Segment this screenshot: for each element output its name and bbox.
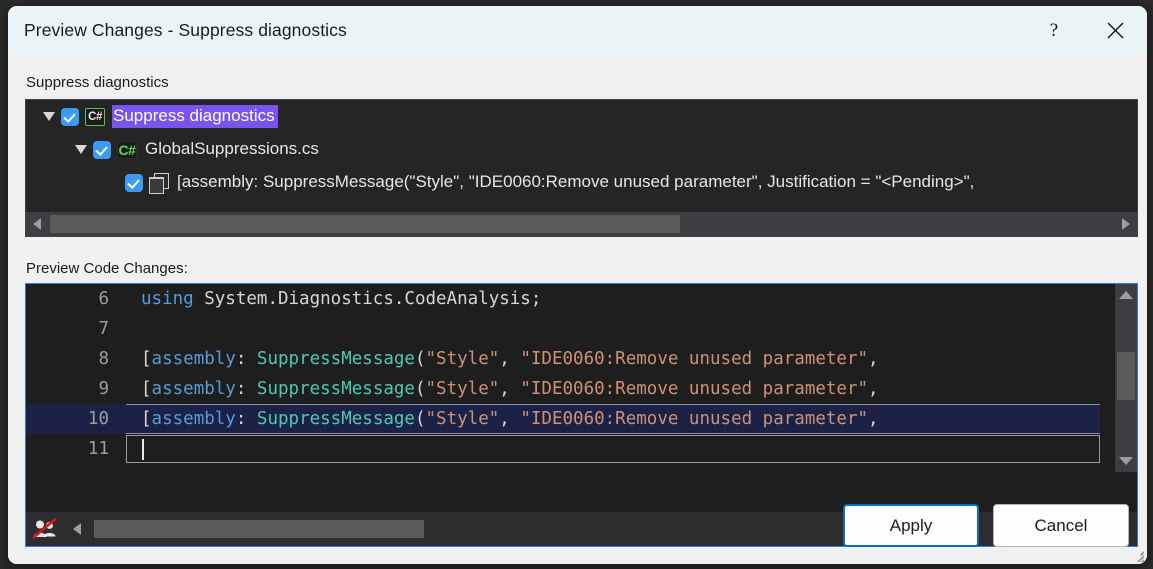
text-caret (142, 439, 144, 460)
tree-horizontal-scrollbar[interactable] (26, 212, 1137, 236)
scroll-down-icon[interactable] (1115, 450, 1137, 472)
tree-hscroll-thumb[interactable] (50, 215, 680, 233)
changes-tree-view[interactable]: C# Suppress diagnostics C# GlobalSuppres… (25, 99, 1138, 237)
checkbox[interactable] (93, 141, 111, 159)
tree-hscroll-track[interactable] (48, 212, 1115, 236)
tree-item-label: [assembly: SuppressMessage("Style", "IDE… (176, 171, 977, 194)
window-title: Preview Changes - Suppress diagnostics (8, 20, 347, 41)
line-number: 10 (26, 404, 126, 434)
line-content (126, 435, 1100, 463)
code-lines[interactable]: 6 using System.Diagnostics.CodeAnalysis;… (26, 284, 1100, 472)
title-bar: Preview Changes - Suppress diagnostics ? (8, 6, 1147, 55)
line-content: [assembly: SuppressMessage("Style", "IDE… (126, 404, 1100, 434)
tree-item-label: GlobalSuppressions.cs (144, 138, 322, 161)
code-line: 6 using System.Diagnostics.CodeAnalysis; (26, 284, 1100, 314)
preview-changes-dialog: Preview Changes - Suppress diagnostics ?… (8, 6, 1147, 564)
code-line: 8 [assembly: SuppressMessage("Style", "I… (26, 344, 1100, 374)
scroll-left-icon[interactable] (26, 212, 48, 236)
line-content: using System.Diagnostics.CodeAnalysis; (126, 284, 1100, 314)
close-button[interactable] (1083, 6, 1147, 55)
editor-hscroll-thumb[interactable] (94, 520, 424, 538)
line-number: 11 (26, 434, 126, 464)
tree-item-suppress-diagnostics[interactable]: C# Suppress diagnostics (26, 100, 1137, 133)
scroll-right-icon[interactable] (1115, 212, 1137, 236)
csharp-project-icon: C# (85, 108, 105, 126)
tree-item-suppressmessage-entry[interactable]: [assembly: SuppressMessage("Style", "IDE… (26, 166, 1137, 199)
line-number: 6 (26, 284, 126, 314)
code-line-highlighted: 10 [assembly: SuppressMessage("Style", "… (26, 404, 1100, 434)
preview-code-changes-label: Preview Code Changes: (26, 260, 188, 277)
dialog-footer: Apply Cancel (843, 504, 1129, 547)
tree-rows: C# Suppress diagnostics C# GlobalSuppres… (26, 100, 1137, 213)
dialog-body: Suppress diagnostics C# Suppress diagnos… (8, 55, 1147, 564)
line-number: 8 (26, 344, 126, 374)
scroll-up-icon[interactable] (1115, 284, 1137, 306)
editor-vertical-scrollbar[interactable] (1115, 284, 1137, 472)
resize-grip-icon[interactable] (1130, 548, 1144, 562)
checkbox[interactable] (125, 174, 143, 192)
suppress-diagnostics-label: Suppress diagnostics (26, 74, 169, 91)
close-icon (1106, 21, 1125, 40)
help-button[interactable]: ? (1025, 6, 1083, 55)
cancel-button[interactable]: Cancel (993, 504, 1129, 547)
caption-buttons: ? (1025, 6, 1147, 55)
line-content: [assembly: SuppressMessage("Style", "IDE… (126, 344, 1100, 374)
question-mark-icon: ? (1050, 20, 1058, 42)
editor-margin (1100, 284, 1115, 472)
apply-button[interactable]: Apply (843, 504, 979, 547)
editor-hscroll-track[interactable] (90, 512, 961, 546)
tree-item-label: Suppress diagnostics (112, 105, 278, 128)
expander-icon[interactable] (72, 133, 90, 166)
line-content: [assembly: SuppressMessage("Style", "IDE… (126, 374, 1100, 404)
csharp-file-icon: C# (117, 141, 137, 159)
live-share-disabled-icon[interactable] (26, 512, 64, 546)
code-line: 9 [assembly: SuppressMessage("Style", "I… (26, 374, 1100, 404)
line-number: 9 (26, 374, 126, 404)
code-line-current: 11 (26, 434, 1100, 464)
document-change-icon (149, 173, 169, 192)
expander-icon[interactable] (40, 100, 58, 133)
scroll-left-icon[interactable] (64, 512, 90, 546)
line-number: 7 (26, 314, 126, 344)
code-line: 7 (26, 314, 1100, 344)
checkbox[interactable] (61, 108, 79, 126)
editor-vscroll-thumb[interactable] (1117, 352, 1135, 400)
tree-item-globalsuppressions[interactable]: C# GlobalSuppressions.cs (26, 133, 1137, 166)
